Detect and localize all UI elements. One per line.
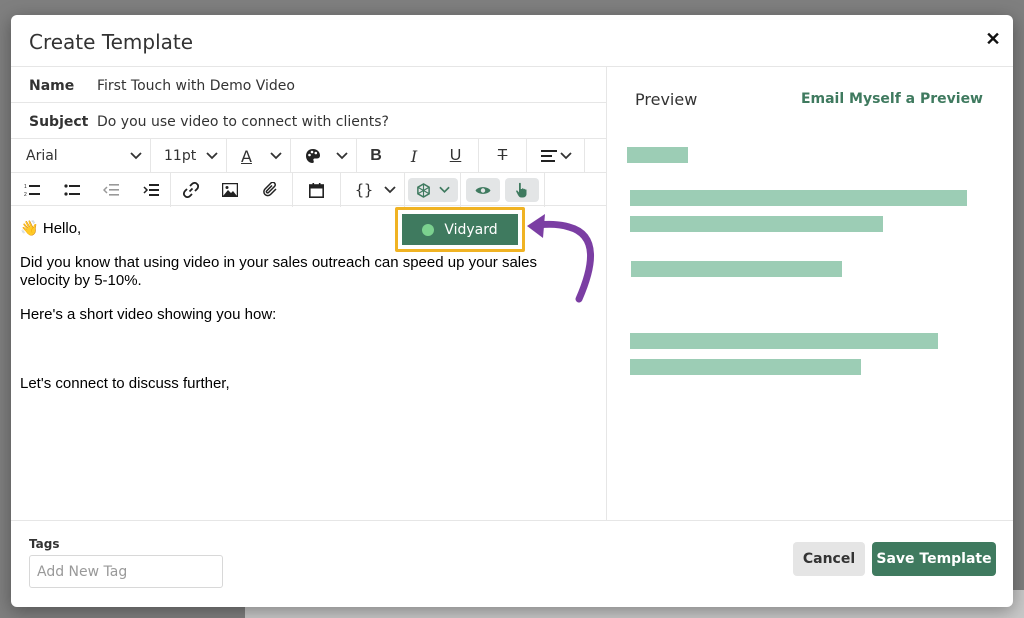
underline-icon: U: [449, 147, 462, 164]
close-icon: ✕: [985, 29, 1001, 49]
preview-placeholder-line: [630, 333, 938, 349]
text-color-button[interactable]: A: [227, 139, 291, 173]
highlight-color-button[interactable]: [291, 139, 357, 173]
name-input[interactable]: First Touch with Demo Video: [97, 78, 295, 94]
greeting-text: Hello,: [42, 220, 82, 237]
name-label: Name: [29, 78, 75, 94]
click-tracking-button[interactable]: [505, 178, 539, 202]
unordered-list-button[interactable]: [53, 173, 91, 207]
font-family-select[interactable]: Arial: [11, 139, 151, 173]
editor-pane: Name First Touch with Demo Video Subject…: [11, 67, 607, 520]
variables-icon: {}: [355, 181, 374, 199]
preview-toggle-button[interactable]: [466, 178, 500, 202]
font-size-select[interactable]: 11pt: [151, 139, 227, 173]
ordered-list-icon: 12: [24, 184, 40, 197]
create-template-modal: Create Template ✕ Name First Touch with …: [11, 15, 1013, 607]
link-icon: [183, 182, 199, 198]
integrations-cell: [405, 173, 461, 207]
save-template-button[interactable]: Save Template: [872, 542, 996, 576]
calendar-button[interactable]: [293, 173, 341, 207]
unordered-list-icon: [64, 184, 80, 196]
subject-input[interactable]: Do you use video to connect with clients…: [97, 114, 389, 130]
pointer-icon: [516, 182, 527, 198]
chevron-down-icon: [336, 152, 348, 160]
subject-row: Subject Do you use video to connect with…: [11, 103, 607, 139]
image-button[interactable]: [211, 173, 249, 207]
name-row: Name First Touch with Demo Video: [11, 67, 607, 103]
formatting-toolbar-row-1: Arial 11pt A B I U T: [11, 139, 607, 173]
font-size-value: 11pt: [164, 148, 197, 164]
align-left-icon: [541, 150, 557, 162]
chevron-down-icon: [270, 152, 282, 160]
chevron-down-icon: [560, 152, 572, 160]
ordered-list-button[interactable]: 12: [11, 173, 53, 207]
indent-icon: [142, 184, 159, 196]
variables-select[interactable]: {}: [341, 173, 405, 207]
link-button[interactable]: [171, 173, 211, 207]
modal-header: Create Template ✕: [11, 15, 1013, 67]
preview-placeholder-line: [630, 216, 883, 232]
integrations-icon: [416, 182, 430, 198]
preview-placeholder-line: [630, 359, 861, 375]
svg-text:2: 2: [24, 192, 27, 197]
italic-icon: I: [410, 146, 418, 166]
cancel-button[interactable]: Cancel: [793, 542, 865, 576]
waving-hand-icon: 👋: [20, 220, 39, 237]
tags-label: Tags: [29, 537, 60, 551]
preview-placeholder-line: [631, 261, 842, 277]
email-myself-preview-link[interactable]: Email Myself a Preview: [801, 91, 983, 107]
align-select[interactable]: [527, 139, 585, 173]
outdent-icon: [103, 184, 119, 196]
strikethrough-button[interactable]: T: [479, 139, 527, 173]
preview-placeholder-line: [630, 190, 967, 206]
vidyard-label: Vidyard: [444, 221, 498, 238]
preview-placeholder-line: [627, 147, 688, 163]
attachment-button[interactable]: [249, 173, 293, 207]
close-button[interactable]: ✕: [983, 29, 1003, 49]
outdent-button[interactable]: [91, 173, 131, 207]
strikethrough-icon: T: [497, 147, 508, 164]
text-color-icon: A: [241, 146, 252, 166]
chevron-down-icon: [438, 186, 450, 194]
bold-button[interactable]: B: [357, 139, 395, 173]
palette-icon: [306, 149, 320, 163]
formatting-toolbar-row-2: 12 {}: [11, 173, 607, 207]
modal-footer: Tags Cancel Save Template: [11, 520, 1013, 607]
vidyard-button[interactable]: Vidyard: [402, 214, 518, 245]
indent-button[interactable]: [131, 173, 171, 207]
body-paragraph-2: Here's a short video showing you how:: [20, 306, 277, 323]
font-family-value: Arial: [26, 148, 58, 164]
add-tag-input[interactable]: [29, 555, 223, 588]
bold-icon: B: [370, 147, 382, 164]
vidyard-logo-icon: [422, 223, 435, 236]
subject-label: Subject: [29, 114, 89, 130]
annotation-arrow-icon: [527, 214, 594, 303]
image-icon: [222, 183, 238, 197]
chevron-down-icon: [130, 152, 142, 160]
eye-icon: [475, 186, 491, 194]
preview-pane: Preview Email Myself a Preview: [608, 67, 1013, 520]
preview-title: Preview: [635, 90, 698, 109]
chevron-down-icon: [206, 152, 218, 160]
italic-button[interactable]: I: [395, 139, 433, 173]
integrations-dropdown-button[interactable]: [407, 178, 458, 202]
calendar-icon: [309, 182, 324, 198]
svg-text:1: 1: [24, 184, 27, 190]
preview-tools-cell: [461, 173, 545, 207]
attachment-icon: [262, 182, 277, 197]
modal-title: Create Template: [29, 30, 194, 54]
vidyard-highlight-frame: Vidyard: [395, 207, 525, 252]
body-paragraph-3: Let's connect to discuss further,: [20, 375, 230, 392]
body-paragraph-1: Did you know that using video in your sa…: [20, 254, 537, 289]
underline-button[interactable]: U: [433, 139, 479, 173]
chevron-down-icon: [384, 186, 396, 194]
